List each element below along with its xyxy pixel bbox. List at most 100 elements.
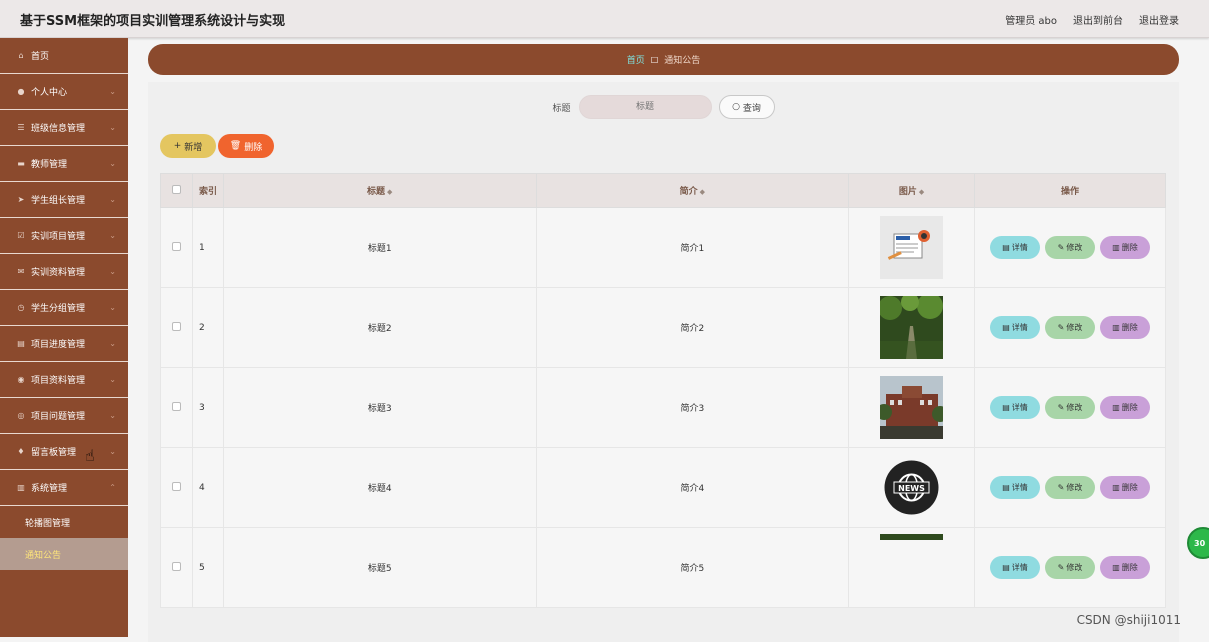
delete-label: 删除 — [1122, 562, 1138, 573]
sidebar-item-label: 个人中心 — [31, 85, 67, 98]
sidebar-item-profile[interactable]: ● 个人中心 ⌄ — [0, 74, 128, 110]
edit-button[interactable]: ✎修改 — [1045, 396, 1095, 419]
header-title[interactable]: 标题◆ — [223, 174, 536, 208]
delete-button[interactable]: ▥删除 — [1100, 476, 1150, 499]
header-image[interactable]: 图片◆ — [849, 174, 975, 208]
chevron-up-icon: ⌃ — [109, 483, 116, 492]
send-icon: ➤ — [16, 195, 26, 205]
sidebar-item-message-board[interactable]: ♦ 留言板管理 ⌄ — [0, 434, 128, 470]
sidebar-item-label: 首页 — [31, 49, 49, 62]
breadcrumb-current: 通知公告 — [664, 53, 700, 66]
doc-icon: ▤ — [16, 339, 26, 349]
delete-label: 删除 — [1122, 482, 1138, 493]
row-checkbox[interactable] — [172, 322, 181, 331]
row-intro: 简介4 — [536, 448, 849, 528]
detail-button[interactable]: ▤详情 — [990, 316, 1040, 339]
sidebar-item-label: 项目资料管理 — [31, 373, 85, 386]
search-button[interactable]: ○ 查询 — [719, 95, 775, 119]
campus-building-image[interactable] — [880, 376, 943, 439]
row-index: 1 — [192, 208, 223, 288]
exit-to-front-link[interactable]: 退出到前台 — [1073, 12, 1123, 27]
search-icon: ○ — [732, 102, 740, 112]
doc-icon: ▤ — [1002, 403, 1010, 412]
sidebar-subitem-carousel[interactable]: 轮播图管理 — [0, 506, 128, 538]
svg-text:NEWS: NEWS — [898, 484, 925, 493]
pencil-icon: ✎ — [1058, 323, 1065, 332]
check-box-icon: ☑ — [16, 231, 26, 241]
table-row: 4 标题4 简介4 NEWS ▤详情 — [161, 448, 1166, 528]
logout-link[interactable]: 退出登录 — [1139, 12, 1179, 27]
breadcrumb-separator-icon: □ — [651, 55, 659, 64]
detail-label: 详情 — [1012, 482, 1028, 493]
table-row: 3 标题3 简介3 — [161, 368, 1166, 448]
sidebar-item-training-projects[interactable]: ☑ 实训项目管理 ⌄ — [0, 218, 128, 254]
sidebar-item-label: 留言板管理 — [31, 445, 76, 458]
sidebar-item-teachers[interactable]: ▬ 教师管理 ⌄ — [0, 146, 128, 182]
row-checkbox[interactable] — [172, 482, 181, 491]
trash-icon: 🗑 — [230, 141, 241, 151]
sidebar-item-home[interactable]: ⌂ 首页 — [0, 38, 128, 74]
sidebar-item-label: 班级信息管理 — [31, 121, 85, 134]
select-all-checkbox[interactable] — [172, 185, 181, 194]
row-checkbox[interactable] — [172, 242, 181, 251]
mail-icon: ✉ — [16, 267, 26, 277]
header-intro[interactable]: 简介◆ — [536, 174, 849, 208]
tree-path-image[interactable] — [880, 296, 943, 359]
doc-icon: ▤ — [1002, 323, 1010, 332]
pin-icon: ◉ — [16, 375, 26, 385]
delete-button[interactable]: ▥删除 — [1100, 556, 1150, 579]
detail-button[interactable]: ▤详情 — [990, 556, 1040, 579]
breadcrumb-home[interactable]: 首页 — [627, 53, 645, 66]
sort-icon: ◆ — [919, 188, 924, 196]
chevron-down-icon: ⌄ — [109, 303, 116, 312]
edit-button[interactable]: ✎修改 — [1045, 316, 1095, 339]
detail-button[interactable]: ▤详情 — [990, 236, 1040, 259]
delete-button[interactable]: ▥删除 — [1100, 316, 1150, 339]
chevron-down-icon: ⌄ — [109, 231, 116, 240]
edit-button[interactable]: ✎修改 — [1045, 236, 1095, 259]
news-globe-logo-image[interactable]: NEWS — [880, 456, 943, 519]
doc-icon: ▤ — [1002, 563, 1010, 572]
notice-table: 索引 标题◆ 简介◆ 图片◆ 操作 1 标题1 简介1 — [160, 173, 1166, 608]
sidebar-subitem-notices[interactable]: 通知公告 — [0, 538, 128, 570]
sidebar-item-group-leaders[interactable]: ➤ 学生组长管理 ⌄ — [0, 182, 128, 218]
sidebar-item-project-materials[interactable]: ◉ 项目资料管理 ⌄ — [0, 362, 128, 398]
clock-icon: ◷ — [16, 303, 26, 313]
partial-image[interactable] — [880, 534, 943, 597]
row-index: 5 — [192, 528, 223, 608]
sidebar-item-project-issues[interactable]: ◎ 项目问题管理 ⌄ — [0, 398, 128, 434]
main-content: 首页 □ 通知公告 标题 ○ 查询 + 新增 🗑 删除 — [128, 38, 1209, 637]
row-select-cell — [161, 528, 193, 608]
select-all-cell — [161, 174, 193, 208]
detail-button[interactable]: ▤详情 — [990, 396, 1040, 419]
trash-icon: ▥ — [1112, 323, 1120, 332]
doc-icon: ▤ — [1002, 483, 1010, 492]
detail-button[interactable]: ▤详情 — [990, 476, 1040, 499]
news-illustration-image[interactable] — [880, 216, 943, 279]
edit-button[interactable]: ✎修改 — [1045, 476, 1095, 499]
edit-button[interactable]: ✎修改 — [1045, 556, 1095, 579]
sidebar-item-class-info[interactable]: ☰ 班级信息管理 ⌄ — [0, 110, 128, 146]
edit-label: 修改 — [1066, 322, 1082, 333]
search-input[interactable] — [579, 95, 712, 119]
sidebar-item-label: 项目问题管理 — [31, 409, 85, 422]
row-ops-cell: ▤详情 ✎修改 ▥删除 — [975, 448, 1166, 528]
delete-button[interactable]: ▥删除 — [1100, 236, 1150, 259]
user-icon: ● — [16, 87, 26, 97]
row-checkbox[interactable] — [172, 562, 181, 571]
sidebar-item-training-materials[interactable]: ✉ 实训资料管理 ⌄ — [0, 254, 128, 290]
sidebar-item-student-groups[interactable]: ◷ 学生分组管理 ⌄ — [0, 290, 128, 326]
row-checkbox[interactable] — [172, 402, 181, 411]
batch-delete-button[interactable]: 🗑 删除 — [218, 134, 274, 158]
search-label: 标题 — [552, 101, 570, 114]
sidebar-item-project-progress[interactable]: ▤ 项目进度管理 ⌄ — [0, 326, 128, 362]
delete-button[interactable]: ▥删除 — [1100, 396, 1150, 419]
chevron-down-icon: ⌄ — [109, 411, 116, 420]
list-icon: ☰ — [16, 123, 26, 133]
header-image-label: 图片 — [899, 187, 917, 197]
row-index: 2 — [192, 288, 223, 368]
add-button[interactable]: + 新增 — [160, 134, 216, 158]
row-index: 3 — [192, 368, 223, 448]
edit-label: 修改 — [1066, 402, 1082, 413]
sidebar-item-system[interactable]: ▥ 系统管理 ⌃ — [0, 470, 128, 506]
